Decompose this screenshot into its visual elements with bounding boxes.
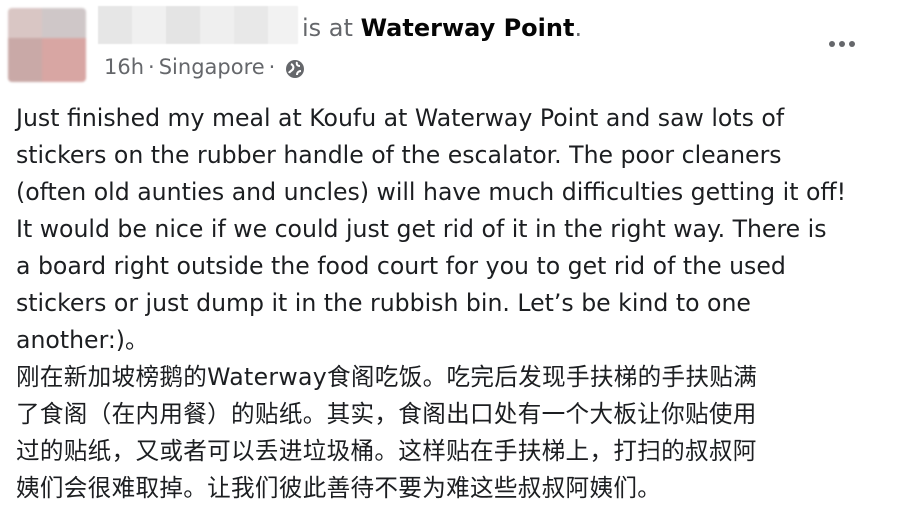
checkin-line: is at Waterway Point.: [302, 12, 582, 44]
post-text-line-chinese: 了食阁（在内用餐）的贴纸。其实，食阁出口处有一个大板让你贴使用: [16, 400, 757, 428]
globe-icon[interactable]: [285, 57, 305, 78]
meta-separator-2: ·: [268, 55, 276, 79]
post-text: Just finished my meal at Koufu at Waterw…: [16, 100, 892, 507]
post-text-line: a board right outside the food court for…: [16, 252, 786, 280]
meta-separator: ·: [148, 55, 155, 79]
post-timestamp[interactable]: 16h: [104, 52, 144, 82]
post-text-line: Just finished my meal at Koufu at Waterw…: [16, 104, 785, 132]
header-period: .: [574, 14, 583, 42]
avatar[interactable]: [8, 8, 86, 82]
post-location: Singapore: [158, 55, 265, 79]
post-text-line: It would be nice if we could just get ri…: [16, 215, 827, 243]
is-at-text: is at: [302, 14, 353, 42]
post-text-line: another:)。: [16, 326, 149, 354]
post-text-line-chinese: 姨们会很难取掉。让我们彼此善待不要为难这些叔叔阿姨们。: [16, 474, 662, 502]
post-text-line-chinese: 过的贴纸，又或者可以丢进垃圾桶。这样贴在手扶梯上，打扫的叔叔阿: [16, 437, 757, 465]
place-link[interactable]: Waterway Point: [361, 14, 575, 42]
post-text-line-chinese: 刚在新加坡榜鹅的Waterway食阁吃饭。吃完后发现手扶梯的手扶贴满: [16, 363, 758, 391]
post-meta: 16h · Singapore ·: [104, 52, 305, 82]
more-options-icon[interactable]: [826, 32, 862, 56]
post-text-line: stickers on the rubber handle of the esc…: [16, 141, 782, 169]
post-text-line: (often old aunties and uncles) will have…: [16, 178, 847, 206]
post-text-line: stickers or just dump it in the rubbish …: [16, 289, 751, 317]
author-name-redacted[interactable]: [98, 6, 298, 44]
